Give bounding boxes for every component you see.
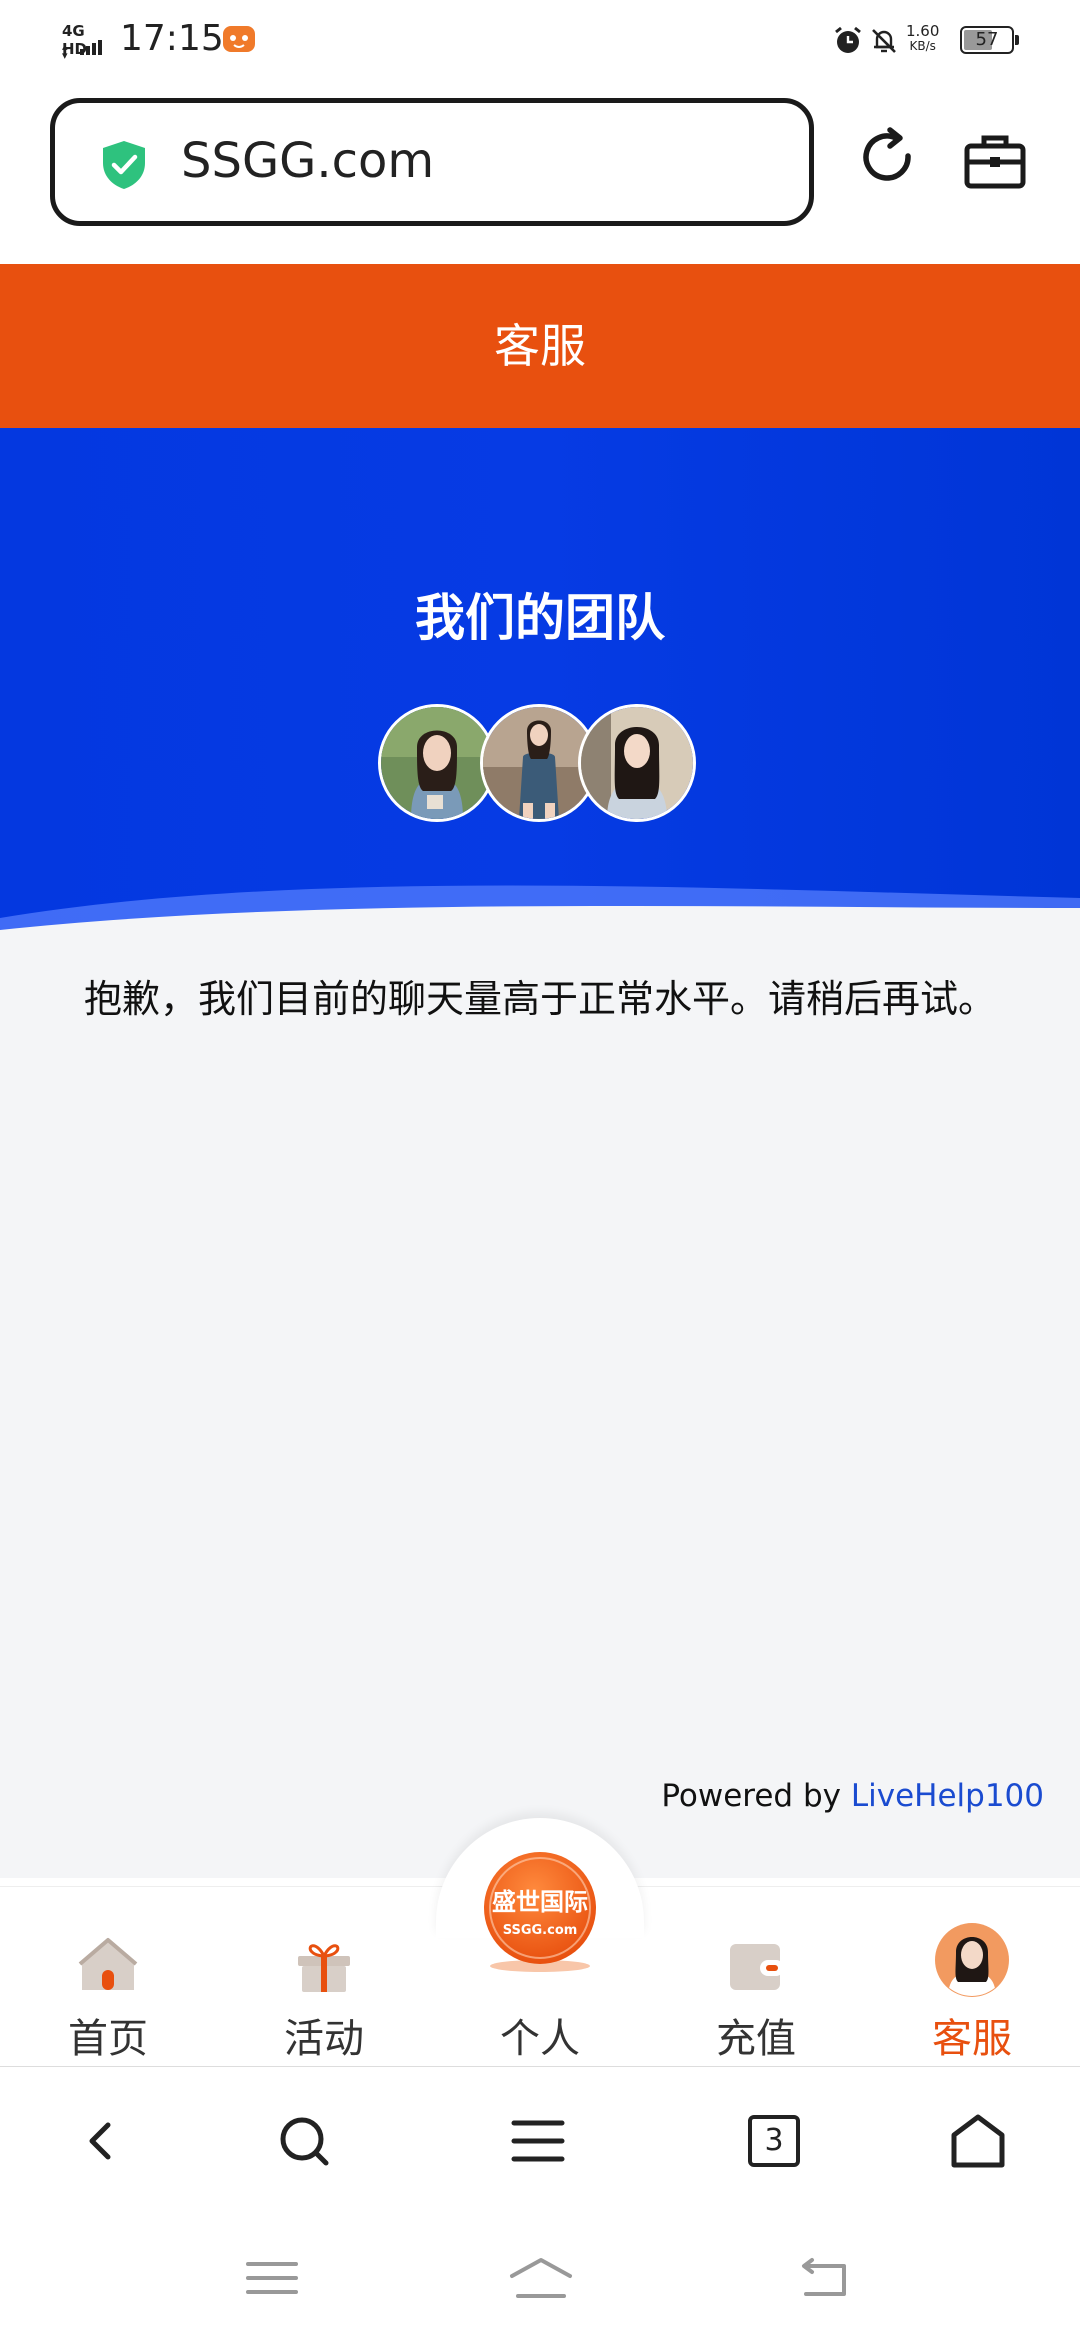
page-title: 客服 (494, 319, 586, 373)
tab-label: 客服 (932, 2016, 1012, 2062)
net-speed-unit: KB/s (909, 39, 936, 53)
team-avatar (578, 704, 696, 822)
tab-home[interactable]: 首页 (18, 1886, 198, 2066)
support-avatar-icon (935, 1923, 1009, 1997)
team-title: 我们的团队 (415, 589, 665, 647)
system-home-icon[interactable] (508, 2254, 574, 2302)
recents-icon[interactable] (244, 2254, 300, 2302)
livehelp-link[interactable]: LiveHelp100 (851, 1778, 1044, 1814)
logo-text-cn: 盛世国际 (492, 1888, 588, 1916)
net-speed: 1.60 KB/s (906, 24, 939, 54)
secure-shield-icon (103, 141, 145, 189)
gift-icon (298, 1944, 350, 1992)
system-nav-bar (0, 2216, 1080, 2340)
signal-bars-icon (80, 40, 102, 55)
wallet-icon (730, 1944, 784, 1990)
tab-count: 3 (748, 2115, 800, 2167)
busy-notice: 抱歉，我们目前的聊天量高于正常水平。请稍后再试。 (83, 977, 996, 1021)
app-notification-icon (223, 26, 255, 52)
tab-label: 个人 (500, 2016, 580, 2062)
tab-label: 活动 (284, 2016, 364, 2062)
search-icon[interactable] (274, 2111, 334, 2171)
menu-icon[interactable] (508, 2111, 568, 2171)
signal-icon: 4G HD ▴ ▾ (62, 22, 112, 62)
tabs-button[interactable]: 3 (748, 2115, 808, 2175)
status-bar: 4G HD ▴ ▾ 17:15 1.60 KB/s 57 (0, 0, 1080, 84)
powered-by: Powered by LiveHelp100 (661, 1778, 1044, 1814)
reload-icon[interactable] (856, 126, 920, 190)
tab-activity[interactable]: 活动 (234, 1886, 414, 2066)
net-speed-value: 1.60 (906, 22, 940, 40)
url-text[interactable]: SSGG.com (181, 133, 434, 189)
logo-badge-icon[interactable]: 盛世国际 SSGG.com (478, 1850, 602, 1974)
logo-text-en: SSGG.com (503, 1923, 578, 1938)
back-icon[interactable] (72, 2111, 132, 2171)
team-avatar (378, 704, 496, 822)
tab-label: 首页 (68, 2016, 148, 2062)
toolbox-icon[interactable] (962, 130, 1028, 192)
battery-level: 57 (975, 29, 999, 50)
chat-area: 抱歉，我们目前的聊天量高于正常水平。请稍后再试。 Powered by Live… (0, 938, 1080, 1878)
browser-nav-bar: 3 (0, 2066, 1080, 2217)
system-back-icon[interactable] (796, 2254, 852, 2302)
home-icon (78, 1938, 138, 1990)
tab-support[interactable]: 客服 (882, 1886, 1062, 2066)
clock: 17:15 (120, 18, 224, 59)
team-hero: 我们的团队 (0, 428, 1080, 948)
alarm-icon (835, 26, 861, 53)
page-header: 客服 (0, 264, 1080, 428)
address-bar[interactable]: SSGG.com (50, 98, 814, 226)
hero-wave (0, 885, 1080, 948)
tab-recharge[interactable]: 充值 (666, 1886, 846, 2066)
data-arrows-icon: ▴ ▾ (62, 40, 68, 62)
home-page-icon[interactable] (948, 2111, 1008, 2171)
tab-label: 充值 (716, 2016, 796, 2062)
powered-prefix: Powered by (661, 1778, 851, 1814)
team-avatars (378, 704, 702, 828)
battery-icon: 57 (960, 26, 1020, 56)
mute-bell-icon (872, 29, 896, 53)
